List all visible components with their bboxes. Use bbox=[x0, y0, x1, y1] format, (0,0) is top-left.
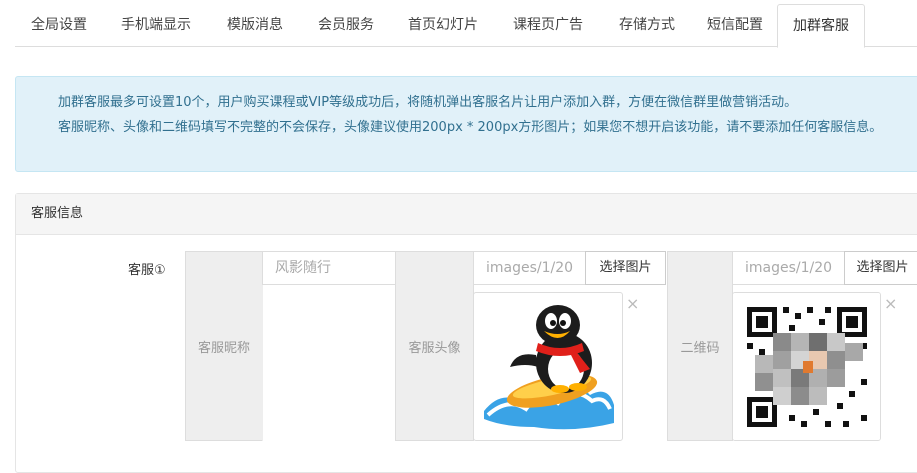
notice-line-1: 加群客服最多可设置10个，用户购买课程或VIP等级成功后，将随机弹出客服名片让用… bbox=[58, 95, 798, 110]
tab-course-ad[interactable]: 课程页广告 bbox=[495, 4, 601, 47]
qrcode-thumbnail bbox=[732, 292, 881, 441]
service-row-label: 客服① bbox=[128, 263, 166, 278]
avatar-thumbnail bbox=[473, 292, 623, 441]
tab-mobile-display[interactable]: 手机端显示 bbox=[103, 4, 209, 47]
tab-member-service[interactable]: 会员服务 bbox=[301, 4, 391, 47]
qrcode-image bbox=[733, 293, 880, 440]
tab-global-settings[interactable]: 全局设置 bbox=[15, 4, 103, 47]
nickname-addon: 客服昵称 bbox=[185, 251, 263, 441]
qrcode-addon: 二维码 bbox=[667, 251, 733, 441]
panel-heading: 客服信息 bbox=[16, 194, 917, 235]
tab-bar: 全局设置 手机端显示 模版消息 会员服务 首页幻灯片 课程页广告 存储方式 短信… bbox=[15, 0, 917, 48]
nickname-input[interactable]: 风影随行 bbox=[262, 251, 396, 285]
info-notice: 加群客服最多可设置10个，用户购买课程或VIP等级成功后，将随机弹出客服名片让用… bbox=[15, 76, 917, 172]
qrcode-select-image-button[interactable]: 选择图片 bbox=[844, 251, 917, 285]
avatar-addon: 客服头像 bbox=[395, 251, 474, 441]
penguin-avatar-image bbox=[484, 305, 614, 430]
avatar-select-image-button[interactable]: 选择图片 bbox=[585, 251, 666, 285]
service-info-panel: 客服信息 客服① 客服昵称 风影随行 客服头像 images/1/20 选择图片 bbox=[15, 193, 917, 473]
tab-group-service[interactable]: 加群客服 bbox=[777, 4, 865, 48]
avatar-remove-icon[interactable]: × bbox=[626, 296, 639, 312]
notice-line-2: 客服昵称、头像和二维码填写不完整的不会保存，头像建议使用200px * 200p… bbox=[58, 120, 883, 135]
tab-template-message[interactable]: 模版消息 bbox=[209, 4, 301, 47]
tab-storage[interactable]: 存储方式 bbox=[601, 4, 693, 47]
avatar-path-input[interactable]: images/1/20 bbox=[473, 251, 586, 285]
nickname-blank-area bbox=[262, 285, 396, 441]
tab-home-slideshow[interactable]: 首页幻灯片 bbox=[391, 4, 495, 47]
qrcode-path-input[interactable]: images/1/20 bbox=[732, 251, 845, 285]
tab-sms-config[interactable]: 短信配置 bbox=[693, 4, 777, 47]
qrcode-remove-icon[interactable]: × bbox=[884, 296, 897, 312]
